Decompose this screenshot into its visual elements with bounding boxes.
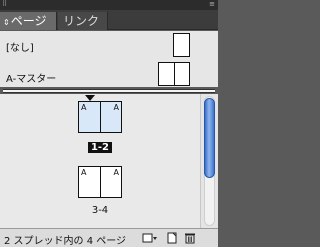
pages-section: A A 1-2 A A 3-4 bbox=[0, 94, 200, 228]
master-item-none[interactable]: [なし] bbox=[0, 31, 218, 57]
tab-bar: ⇕ページ リンク bbox=[0, 10, 218, 30]
master-item-a[interactable]: A-マスター bbox=[0, 61, 218, 87]
page-size-icon[interactable] bbox=[142, 232, 158, 244]
status-bar: 2 スプレッド内の 4 ページ bbox=[0, 228, 218, 247]
page-thumbnail-2[interactable]: A bbox=[100, 101, 122, 133]
master-letter: A bbox=[113, 103, 119, 112]
master-letter: A bbox=[81, 103, 87, 112]
updown-arrow-icon: ⇕ bbox=[3, 18, 10, 27]
scrollbar-thumb[interactable] bbox=[204, 98, 215, 178]
master-letter: A bbox=[113, 168, 119, 177]
pages-scrollbar[interactable] bbox=[200, 94, 218, 228]
page-thumbnail-1[interactable]: A bbox=[78, 101, 100, 133]
master-label: A-マスター bbox=[6, 74, 57, 85]
page-thumbnail-3[interactable]: A bbox=[78, 166, 100, 198]
trash-icon[interactable] bbox=[184, 232, 196, 244]
tab-links[interactable]: リンク bbox=[58, 12, 108, 30]
master-page-thumbnail bbox=[173, 33, 190, 57]
grip-icon: ⠿ bbox=[2, 0, 8, 8]
master-label: [なし] bbox=[6, 43, 34, 54]
tab-links-label: リンク bbox=[63, 14, 100, 28]
new-page-icon[interactable] bbox=[166, 232, 178, 244]
masters-section: [なし] A-マスター bbox=[0, 31, 218, 87]
master-page-thumbnail-right bbox=[174, 62, 190, 86]
master-page-thumbnail-left bbox=[158, 62, 174, 86]
section-divider[interactable] bbox=[3, 89, 215, 93]
panel-menu-icon[interactable]: ≡ bbox=[209, 1, 215, 8]
page-thumbnail-4[interactable]: A bbox=[100, 166, 122, 198]
spread-label-selected[interactable]: 1-2 bbox=[88, 142, 112, 153]
tab-pages[interactable]: ⇕ページ bbox=[0, 12, 57, 30]
panel-titlebar[interactable]: ⠿ ≡ bbox=[0, 0, 218, 10]
status-text: 2 スプレッド内の 4 ページ bbox=[4, 236, 127, 247]
tab-pages-label: ページ bbox=[10, 14, 47, 28]
master-letter: A bbox=[81, 168, 87, 177]
spread-label[interactable]: 3-4 bbox=[78, 205, 122, 216]
